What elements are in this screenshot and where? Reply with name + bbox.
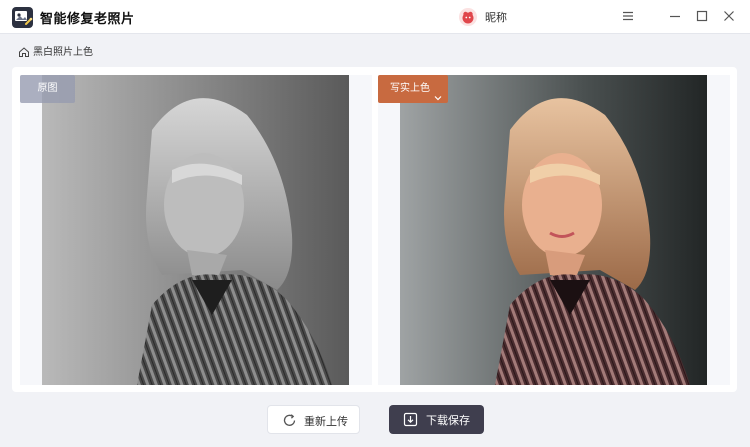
user-avatar-icon[interactable] bbox=[459, 8, 477, 26]
title-bar: 智能修复老照片 昵称 bbox=[0, 0, 750, 34]
refresh-icon bbox=[282, 413, 297, 428]
home-icon[interactable] bbox=[18, 43, 30, 57]
reupload-label: 重新上传 bbox=[304, 415, 348, 428]
original-tag: 原图 bbox=[20, 75, 75, 103]
minimize-icon[interactable] bbox=[668, 9, 682, 23]
reupload-button[interactable]: 重新上传 bbox=[267, 405, 360, 434]
download-icon bbox=[403, 412, 418, 427]
colorized-photo bbox=[400, 75, 707, 385]
menu-icon[interactable] bbox=[621, 9, 635, 23]
close-icon[interactable] bbox=[722, 9, 736, 23]
original-photo-card: 原图 bbox=[20, 75, 372, 385]
original-photo bbox=[42, 75, 349, 385]
app-logo-icon bbox=[12, 7, 33, 28]
download-label: 下载保存 bbox=[426, 414, 470, 427]
style-selector-dropdown[interactable]: 写实上色 bbox=[378, 75, 448, 103]
user-name[interactable]: 昵称 bbox=[485, 9, 507, 25]
chevron-down-icon bbox=[434, 85, 442, 101]
app-title: 智能修复老照片 bbox=[40, 12, 135, 27]
colorized-photo-card: 写实上色 bbox=[378, 75, 730, 385]
comparison-panel: 原图 写实上色 bbox=[12, 67, 737, 392]
maximize-icon[interactable] bbox=[695, 9, 709, 23]
download-button[interactable]: 下载保存 bbox=[389, 405, 484, 434]
style-tag-label: 写实上色 bbox=[390, 83, 430, 94]
breadcrumb-label: 黑白照片上色 bbox=[33, 47, 93, 58]
